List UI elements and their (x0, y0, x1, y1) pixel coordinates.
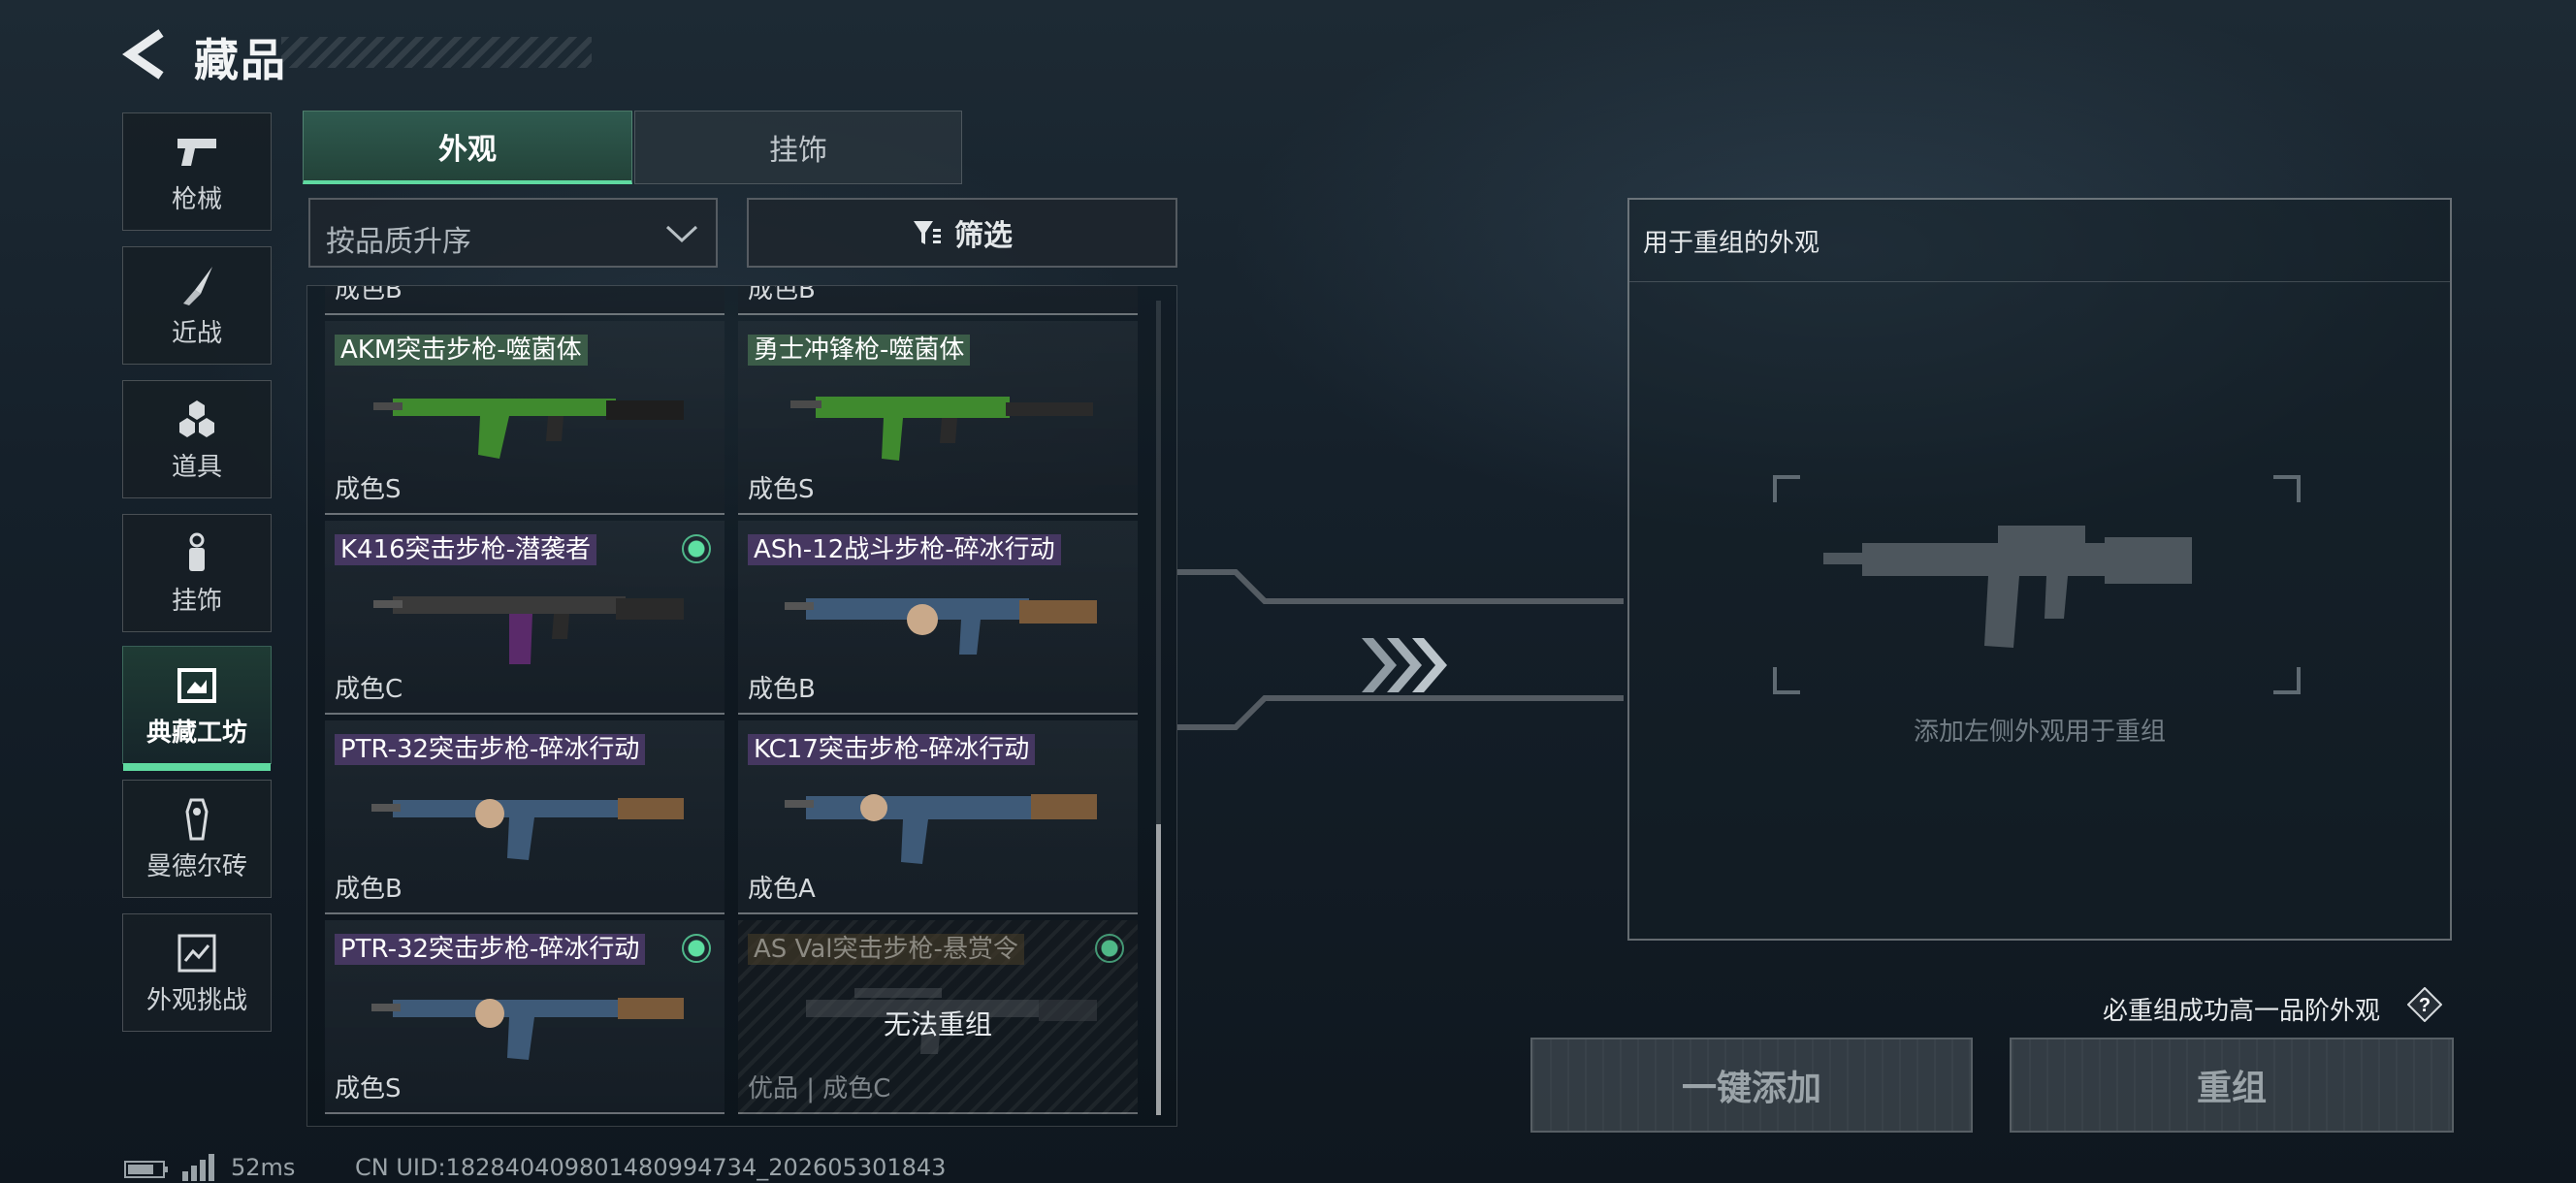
keychain-icon (189, 532, 205, 571)
recombine-panel-title: 用于重组的外观 (1643, 229, 1820, 258)
tab-appearance[interactable]: 外观 (303, 111, 632, 184)
forward-arrows-icon (1362, 638, 1447, 692)
card-grade: 成色A (748, 875, 816, 904)
card-grade: 成色B (335, 285, 402, 304)
recombine-label: 重组 (2196, 1069, 2267, 1108)
knife-icon (183, 267, 212, 305)
skin-card[interactable]: AKM突击步枪-噬菌体 成色S (325, 321, 724, 515)
recombine-slot-panel[interactable]: 用于重组的外观 添加左侧外观用于重组 (1627, 198, 2452, 941)
battery-icon (124, 1161, 168, 1178)
ping-text: 52ms (231, 1154, 296, 1181)
nav-label: 枪械 (171, 185, 222, 214)
nav-label: 曼德尔砖 (145, 852, 247, 881)
card-name: ASh-12战斗步枪-碎冰行动 (748, 534, 1061, 565)
add-all-label: 一键添加 (1681, 1069, 1821, 1108)
skin-card[interactable]: 勇士冲锋枪-噬菌体 成色S (738, 321, 1138, 515)
recombine-button[interactable]: 重组 (2010, 1038, 2454, 1133)
sort-label: 按品质升序 (326, 225, 471, 259)
card-grade: 成色B (335, 875, 402, 904)
selected-indicator (682, 534, 711, 563)
chevron-down-icon (665, 225, 698, 243)
skin-card[interactable]: ASh-12战斗步枪-碎冰行动 成色B (738, 521, 1138, 715)
card-grade: 成色B (748, 675, 816, 704)
card-grade: 成色B (748, 285, 816, 304)
card-name: K416突击步枪-潜袭者 (335, 534, 597, 565)
skin-card-partial[interactable]: 成色B (325, 285, 724, 315)
add-all-button[interactable]: 一键添加 (1530, 1038, 1973, 1133)
recombine-placeholder-text: 添加左侧外观用于重组 (1913, 718, 2166, 747)
nav-label: 道具 (171, 453, 222, 482)
divider (1629, 281, 2450, 282)
weapon-image (371, 798, 684, 860)
help-icon[interactable]: ? (2407, 987, 2442, 1022)
card-grade: 成色C (335, 675, 403, 704)
tab-pendant[interactable]: 挂饰 (634, 111, 962, 184)
skin-card-locked[interactable]: AS Val突击步枪-悬赏令 无法重组 优品 | 成色C (738, 920, 1138, 1114)
nav-label: 典藏工坊 (145, 719, 247, 748)
filter-label: 筛选 (954, 219, 1013, 253)
page-title: 藏品 (194, 34, 287, 86)
svg-text:?: ? (2419, 995, 2431, 1016)
pistol-icon (177, 139, 216, 166)
card-name: KC17突击步枪-碎冰行动 (748, 734, 1036, 765)
selected-indicator (682, 934, 711, 963)
card-name: PTR-32突击步枪-碎冰行动 (335, 734, 646, 765)
card-name: AKM突击步枪-噬菌体 (335, 335, 588, 366)
skin-card[interactable]: K416突击步枪-潜袭者 成色C (325, 521, 724, 715)
weapon-image (373, 596, 684, 664)
nav-item-appearance-challenge[interactable]: 外观挑战 (122, 913, 272, 1032)
grid-scroll-thumb[interactable] (1156, 824, 1161, 1115)
filter-button[interactable]: 筛选 (747, 198, 1177, 268)
card-grade: 成色S (335, 475, 402, 504)
skin-card[interactable]: KC17突击步枪-碎冰行动 成色A (738, 720, 1138, 914)
cannot-recombine-label: 无法重组 (883, 1008, 992, 1040)
card-grade: 成色S (748, 475, 815, 504)
nav-label: 近战 (171, 319, 222, 348)
card-name: 勇士冲锋枪-噬菌体 (748, 335, 971, 366)
back-arrow-icon[interactable] (122, 29, 169, 80)
nav-item-items[interactable]: 道具 (122, 380, 272, 498)
nav-item-mandel-brick[interactable]: 曼德尔砖 (122, 780, 272, 898)
nav-label: 外观挑战 (145, 986, 247, 1015)
mandel-brick-icon (185, 798, 209, 841)
grenade-icon (179, 400, 214, 437)
weapon-image (785, 598, 1097, 655)
weapon-image (790, 397, 1093, 461)
guarantee-text: 必重组成功高一品阶外观 (2103, 997, 2381, 1026)
sort-dropdown[interactable]: 按品质升序 (308, 198, 718, 268)
weapon-image (371, 998, 684, 1060)
card-grade: 成色S (335, 1074, 402, 1103)
card-name: AS Val突击步枪-悬赏令 (748, 934, 1024, 965)
challenge-icon (177, 934, 216, 973)
nav-item-collection-workshop[interactable]: 典藏工坊 (122, 646, 272, 771)
empty-weapon-placeholder-icon (1773, 475, 2301, 694)
skin-card[interactable]: PTR-32突击步枪-碎冰行动 成色S (325, 920, 724, 1114)
selected-indicator (1095, 934, 1124, 963)
nav-item-pendants[interactable]: 挂饰 (122, 514, 272, 632)
card-name: PTR-32突击步枪-碎冰行动 (335, 934, 646, 965)
weapon-image (785, 794, 1097, 864)
workshop-icon (177, 668, 216, 703)
nav-item-melee[interactable]: 近战 (122, 246, 272, 365)
appearance-grid[interactable]: 成色B 成色B AKM突击步枪-噬菌体 成色S 勇士冲锋枪-噬菌体 成色S K4… (306, 285, 1177, 1127)
nav-item-firearms[interactable]: 枪械 (122, 112, 272, 231)
skin-card-partial[interactable]: 成色B (738, 285, 1138, 315)
filter-icon (914, 221, 941, 244)
skin-card[interactable]: PTR-32突击步枪-碎冰行动 成色B (325, 720, 724, 914)
title-decoration (281, 37, 592, 68)
card-grade: 优品 | 成色C (748, 1074, 891, 1103)
signal-icon (182, 1154, 214, 1181)
nav-label: 挂饰 (171, 587, 222, 616)
uid-text: CN UID:182840409801480994734_20260530184… (355, 1154, 947, 1181)
weapon-image (373, 399, 684, 459)
